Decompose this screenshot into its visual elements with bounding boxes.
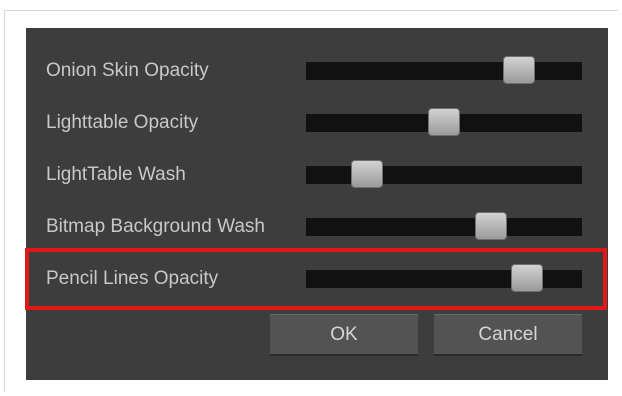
lighttable-wash-slider-track[interactable] [306,160,582,188]
bitmap-background-wash-slider-track[interactable] [306,212,582,240]
onion-skin-opacity-label: Onion Skin Opacity [46,60,209,81]
ok-button[interactable]: OK [270,314,418,356]
onion-skin-opacity-slider-handle[interactable] [502,56,535,84]
opacity-dialog: Onion Skin Opacity Lighttable Opacity Li… [26,28,608,380]
lighttable-opacity-slider-track[interactable] [306,108,582,136]
onion-skin-opacity-slider-track[interactable] [306,56,582,84]
lighttable-opacity-label: Lighttable Opacity [46,112,199,133]
lighttable-opacity-slider-handle[interactable] [428,108,460,136]
lighttable-wash-label: LightTable Wash [46,164,186,185]
bitmap-background-wash-label: Bitmap Background Wash [46,216,265,237]
cancel-button[interactable]: Cancel [434,314,582,356]
highlight-box [25,248,607,310]
lighttable-wash-slider-handle[interactable] [350,160,383,188]
bitmap-background-wash-slider-handle[interactable] [474,212,507,240]
